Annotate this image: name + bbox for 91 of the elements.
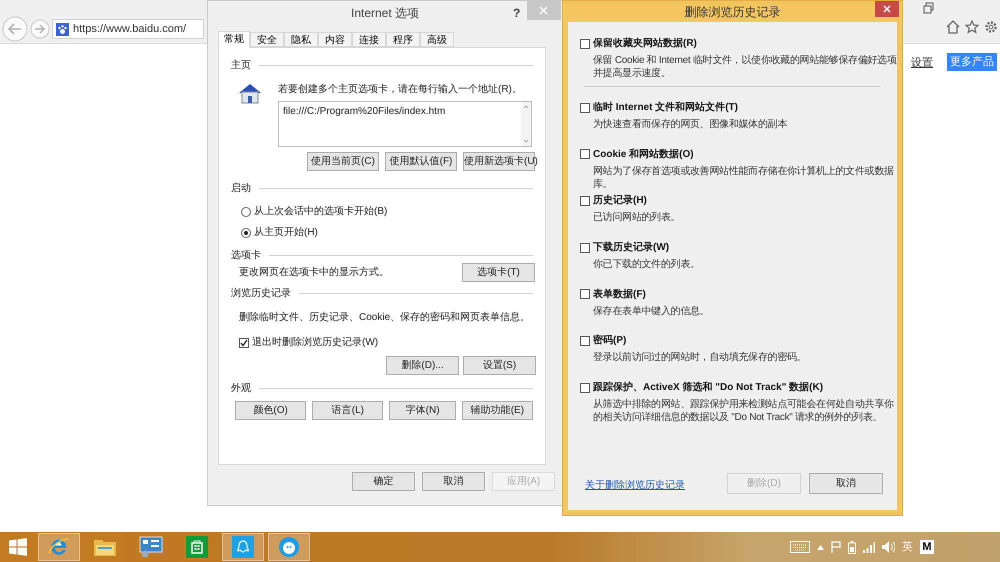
option-description: 已访问网站的列表。 — [593, 211, 682, 226]
dialog-button[interactable]: 确定 — [352, 472, 415, 491]
option-description: 保存在表单中键入的信息。 — [593, 304, 710, 319]
appearance-button[interactable]: 语言(L) — [312, 401, 384, 420]
description-text: 更改网页在选项卡中的显示方式。 — [239, 266, 389, 280]
star-icon[interactable] — [965, 20, 979, 34]
penguin-icon — [232, 536, 254, 558]
homepage-text-area[interactable]: file:///C:/Program%20Files/index.htm — [278, 101, 532, 147]
dialog-button[interactable]: 取消 — [809, 473, 883, 494]
control-panel-icon — [139, 536, 163, 558]
address-text: https://www.baidu.com/ — [73, 22, 186, 37]
checkbox-label: 保留收藏夹网站数据(R) — [593, 36, 697, 51]
signal-icon[interactable] — [863, 542, 875, 552]
radio-button[interactable] — [241, 228, 251, 238]
bird-icon — [278, 536, 300, 558]
taskbar-button[interactable] — [222, 533, 264, 561]
checkbox[interactable] — [580, 242, 590, 253]
option-description: 登录以前访问过的网站时，自动填充保存的密码。 — [593, 351, 808, 366]
speaker-icon[interactable] — [882, 541, 895, 553]
checkbox[interactable] — [580, 149, 590, 160]
homepage-url: file:///C:/Program%20Files/index.htm — [283, 106, 446, 117]
option-description: 网站为了保存首选项或改善网站性能而存储在你计算机上的文件或数据库。 — [593, 164, 895, 192]
homepage-button[interactable]: 使用默认值(F) — [385, 152, 457, 171]
scrollbar-drawing — [521, 102, 531, 146]
checkbox-label: 密码(P) — [593, 334, 626, 348]
checkbox[interactable] — [580, 382, 590, 393]
checkbox-label: 表单数据(F) — [593, 288, 646, 302]
more-products-button[interactable]: 更多产品 — [947, 53, 997, 71]
tabs-button[interactable]: 选项卡(T) — [462, 263, 535, 282]
history-button[interactable]: 设置(S) — [463, 356, 536, 375]
tab[interactable]: 高级 — [420, 32, 454, 47]
house-icon — [237, 82, 263, 104]
description-text: 删除临时文件、历史记录、Cookie、保存的密码和网页表单信息。 — [239, 310, 532, 325]
appearance-button[interactable]: 辅助功能(E) — [462, 401, 533, 420]
close-icon[interactable] — [875, 1, 899, 17]
history-button[interactable]: 删除(D)... — [386, 356, 459, 375]
caret-icon[interactable] — [817, 544, 824, 550]
home-icon[interactable] — [946, 20, 960, 34]
help-button[interactable]: ? — [513, 4, 520, 22]
checkbox[interactable] — [580, 336, 590, 346]
restore-icon[interactable] — [922, 1, 936, 15]
settings-link[interactable]: 设置 — [911, 55, 933, 72]
keyboard-icon[interactable] — [790, 541, 810, 553]
option-description: 为快速查看而保存的网页、图像和媒体的副本 — [593, 118, 788, 132]
appearance-button[interactable]: 颜色(O) — [235, 401, 306, 420]
option-description: 你已下载的文件的列表。 — [593, 258, 701, 272]
tab[interactable]: 连接 — [352, 32, 386, 47]
checkbox-label: 退出时删除浏览历史记录(W) — [252, 336, 378, 350]
taskbar-button[interactable] — [268, 533, 310, 561]
checkbox-label: 跟踪保护、ActiveX 筛选和 "Do Not Track" 数据(K) — [593, 380, 824, 396]
checkbox-label: 历史记录(H) — [593, 194, 647, 208]
checkbox[interactable] — [580, 38, 590, 48]
tab[interactable]: 程序 — [386, 32, 420, 47]
checkbox-label: 下载历史记录(W) — [593, 240, 670, 256]
store-icon — [186, 536, 208, 558]
homepage-button[interactable]: 使用当前页(C) — [307, 152, 379, 171]
help-link[interactable]: 关于删除浏览历史记录 — [585, 478, 685, 493]
flag-icon[interactable] — [831, 541, 841, 553]
settings-icon[interactable] — [984, 20, 998, 34]
section-heading: 启动 — [231, 182, 251, 196]
checkbox-label: Cookie 和网站数据(O) — [593, 148, 694, 162]
checkbox[interactable] — [580, 196, 590, 206]
option-description: 保留 Cookie 和 Internet 临时文件，以使你收藏的网站能够保存偏好选项并提高显示速度。 — [593, 54, 897, 81]
tab[interactable]: 常规 — [218, 31, 250, 48]
window-title: Internet 选项 — [350, 5, 420, 22]
homepage-button[interactable]: 使用新选项卡(U) — [463, 152, 535, 171]
checkbox[interactable] — [580, 102, 590, 112]
paw-icon — [56, 22, 69, 36]
instruction-text: 若要创建多个主页选项卡，请在每行输入一个地址(R)。 — [278, 82, 523, 97]
section-heading: 浏览历史记录 — [231, 286, 291, 301]
ime-indicator[interactable]: M — [920, 540, 934, 554]
window-title: 删除浏览历史记录 — [684, 4, 780, 20]
tab[interactable]: 安全 — [250, 32, 284, 47]
tab[interactable]: 内容 — [318, 32, 352, 47]
checkbox[interactable] — [239, 338, 249, 348]
section-heading: 选项卡 — [231, 248, 261, 263]
windows-logo-icon[interactable] — [9, 538, 27, 556]
checkbox[interactable] — [580, 289, 590, 300]
option-description: 从筛选中排除的网站、跟踪保护用来检测站点可能会在何处自动共享你的相关访问详细信息的数据以及 "Do Not Track" 请求的例外的列表。 — [593, 398, 895, 426]
battery-icon[interactable] — [848, 540, 856, 554]
tab[interactable]: 隐私 — [284, 32, 318, 47]
radio-label: 从主页开始(H) — [254, 226, 318, 240]
address-bar[interactable]: https://www.baidu.com/ — [52, 19, 204, 39]
section-heading: 外观 — [231, 382, 251, 396]
folder-icon — [93, 537, 117, 557]
dialog-button[interactable]: 取消 — [422, 472, 485, 491]
checkbox-label: 临时 Internet 文件和网站文件(T) — [593, 100, 738, 115]
radio-button[interactable] — [241, 206, 251, 216]
section-heading: 主页 — [231, 58, 251, 73]
appearance-button[interactable]: 字体(N) — [389, 401, 456, 420]
radio-label: 从上次会话中的选项卡开始(B) — [254, 204, 388, 219]
